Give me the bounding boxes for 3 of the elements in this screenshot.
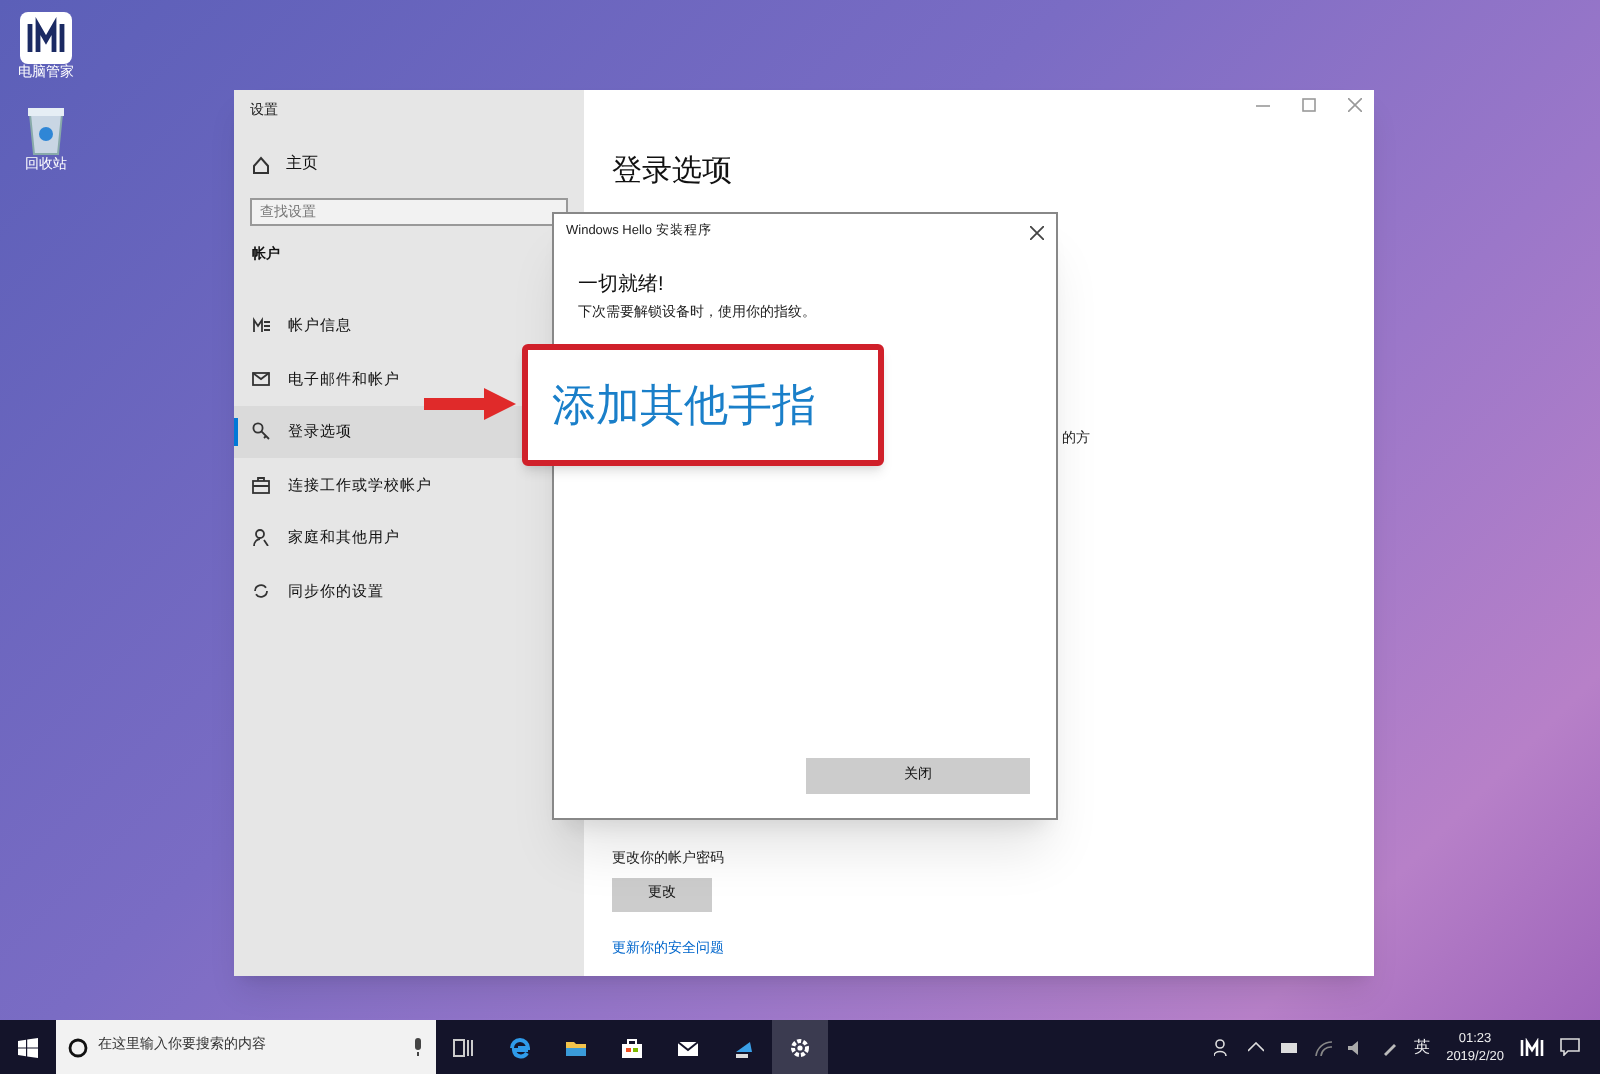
callout-label: 添加其他手指 xyxy=(522,344,884,466)
dialog-heading: 一切就绪! xyxy=(576,271,666,300)
page-title: 登录选项 xyxy=(612,152,734,192)
